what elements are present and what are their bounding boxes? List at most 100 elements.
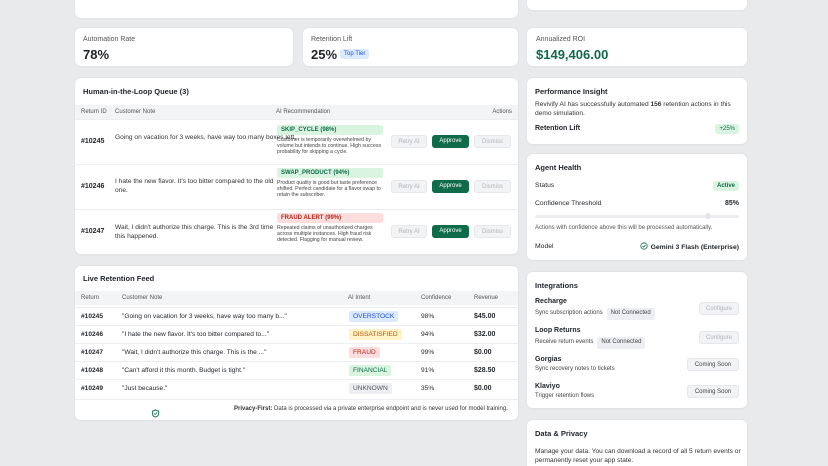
feed-row: #10249 "Just because." UNKNOWN 35% $0.00 [75,379,518,397]
agent-health-card: Agent Health Status Active Confidence Th… [527,154,747,260]
recommendation-tag: SKIP_CYCLE (98%) [277,125,383,135]
threshold-slider[interactable] [535,213,739,219]
approve-button[interactable]: Approve [432,180,469,193]
integration-recharge: Recharge Sync subscription actions Not Co… [535,298,739,320]
retry-ai-button[interactable]: Retry AI [391,225,427,238]
feed-row-id: #10249 [81,385,104,392]
recommendation-desc: Customer is temporarily overwhelmed by v… [277,137,382,156]
feed-row-confidence: 91% [421,367,435,374]
privacy-footer: Privacy-First: Data is processed via a p… [75,399,518,419]
feed-row-confidence: 35% [421,385,435,392]
approve-button[interactable]: Approve [432,135,469,148]
retention-lift-label: Retention Lift [535,125,581,132]
col-return-id: Return ID [81,109,107,115]
queue-row: #10246 I hate the new flavor. It's too b… [75,164,518,208]
recommendation-tag: FRAUD ALERT (99%) [277,213,383,223]
data-privacy-card: Data & Privacy Manage your data. You can… [527,420,747,466]
retention-lift-label: Retention Lift [311,36,353,43]
dismiss-button[interactable]: Dismiss [474,135,511,148]
feed-title: Live Retention Feed [83,274,155,283]
connection-status-badge: Not Connected [606,308,655,320]
configure-button[interactable]: Configure [699,331,739,344]
feed-row-note: "Wait, I didn't authorize this charge. T… [122,349,267,356]
feed-row: #10245 "Going on vacation for 3 weeks, h… [75,307,518,325]
threshold-value: 85% [724,200,739,207]
top-right-card [527,0,747,10]
connection-status-badge: Not Connected [597,337,646,349]
feed-row-revenue: $32.00 [474,331,496,338]
roi-value: $149,406.00 [536,47,609,62]
feed-row: #10248 "Can't afford it this month. Budg… [75,361,518,379]
integration-klaviyo: Klaviyo Trigger retention flows Coming S… [535,383,739,405]
col-ai-intent: AI Intent [348,295,371,301]
performance-insight-card: Performance Insight Revivify AI has succ… [527,78,747,144]
feed-row-confidence: 98% [421,313,435,320]
automation-rate-card: Automation Rate 78% [75,28,293,66]
automation-rate-label: Automation Rate [83,36,136,43]
slider-handle[interactable] [705,213,712,219]
queue-row: #10245 Going on vacation for 3 weeks, ha… [75,119,518,163]
queue-row-note: Wait, I didn't authorize this charge. Th… [115,224,274,240]
recommendation-desc: Repeated claims of unauthorized charges … [277,225,373,244]
insight-text: Revivify AI has successfully automated 1… [535,101,731,117]
shield-icon [151,405,160,423]
intent-badge: FRAUD [349,347,380,358]
recommendation-tag: SWAP_PRODUCT (94%) [277,168,383,178]
intent-badge: DISSATISFIED [349,329,402,340]
feed-row-id: #10247 [81,349,104,356]
insight-title: Performance Insight [535,87,608,96]
queue-title: Human-in-the-Loop Queue (3) [83,87,189,96]
integrations-title: Integrations [535,281,578,290]
integration-gorgias: Gorgias Sync recovery notes to tickets C… [535,356,739,378]
roi-label: Annualized ROI [536,36,586,43]
feed-row-id: #10245 [81,313,104,320]
col-return: Return [81,295,100,301]
threshold-label: Confidence Threshold [535,200,602,207]
status-label: Status [535,182,555,189]
data-privacy-title: Data & Privacy [535,429,588,438]
roi-card: Annualized ROI $149,406.00 [527,28,747,66]
privacy-note: Privacy-First: Data is processed via a p… [234,406,508,412]
feed-row-revenue: $45.00 [474,313,496,320]
col-ai-recommendation: AI Recommendation [276,109,331,115]
queue-row-id: #10247 [81,228,105,235]
retry-ai-button[interactable]: Retry AI [391,180,427,193]
top-chart-card [75,0,518,18]
feed-row: #10247 "Wait, I didn't authorize this ch… [75,343,518,361]
retry-ai-button[interactable]: Retry AI [391,135,427,148]
feed-table-header: Return Customer Note AI Intent Confidenc… [75,291,518,305]
feed-row-note: "I hate the new flavor. It's too bitter … [122,331,270,338]
col-revenue: Revenue [474,295,499,301]
data-privacy-text: Manage your data. You can download a rec… [535,448,741,464]
model-label: Model [535,243,554,250]
feed-row-note: "Going on vacation for 3 weeks, have way… [122,313,287,320]
integrations-card: Integrations Recharge Sync subscription … [527,272,747,408]
feed-row-revenue: $0.00 [474,385,492,392]
coming-soon-button: Coming Soon [687,358,739,371]
feed-row-revenue: $0.00 [474,349,492,356]
hitl-queue-card: Human-in-the-Loop Queue (3) Return ID Cu… [75,78,518,254]
model-value: Gemini 3 Flash (Enterprise) [650,243,739,251]
dismiss-button[interactable]: Dismiss [474,225,511,238]
feed-row-confidence: 99% [421,349,435,356]
feed-row: #10246 "I hate the new flavor. It's too … [75,325,518,343]
col-actions: Actions [492,109,512,115]
intent-badge: UNKNOWN [349,383,392,394]
feed-row-id: #10248 [81,367,104,374]
feed-row-id: #10246 [81,331,104,338]
col-confidence: Confidence [421,295,452,301]
queue-row-id: #10245 [81,138,105,145]
col-customer-note: Customer Note [115,109,156,115]
intent-badge: OVERSTOCK [349,311,399,322]
configure-button[interactable]: Configure [699,302,739,315]
model-value-wrap: Gemini 3 Flash (Enterprise) [640,242,739,252]
queue-row-id: #10246 [81,183,105,190]
queue-row-note: I hate the new flavor. It's too bitter c… [115,178,274,194]
approve-button[interactable]: Approve [432,225,469,238]
dismiss-button[interactable]: Dismiss [474,180,511,193]
recommendation-desc: Product quality is good but taste prefer… [277,180,381,199]
retention-lift-badge: +25% [715,124,739,134]
automation-rate-value: 78% [83,47,110,62]
integration-loop-returns: Loop Returns Receive return events Not Co… [535,327,739,349]
agent-health-title: Agent Health [535,163,582,172]
